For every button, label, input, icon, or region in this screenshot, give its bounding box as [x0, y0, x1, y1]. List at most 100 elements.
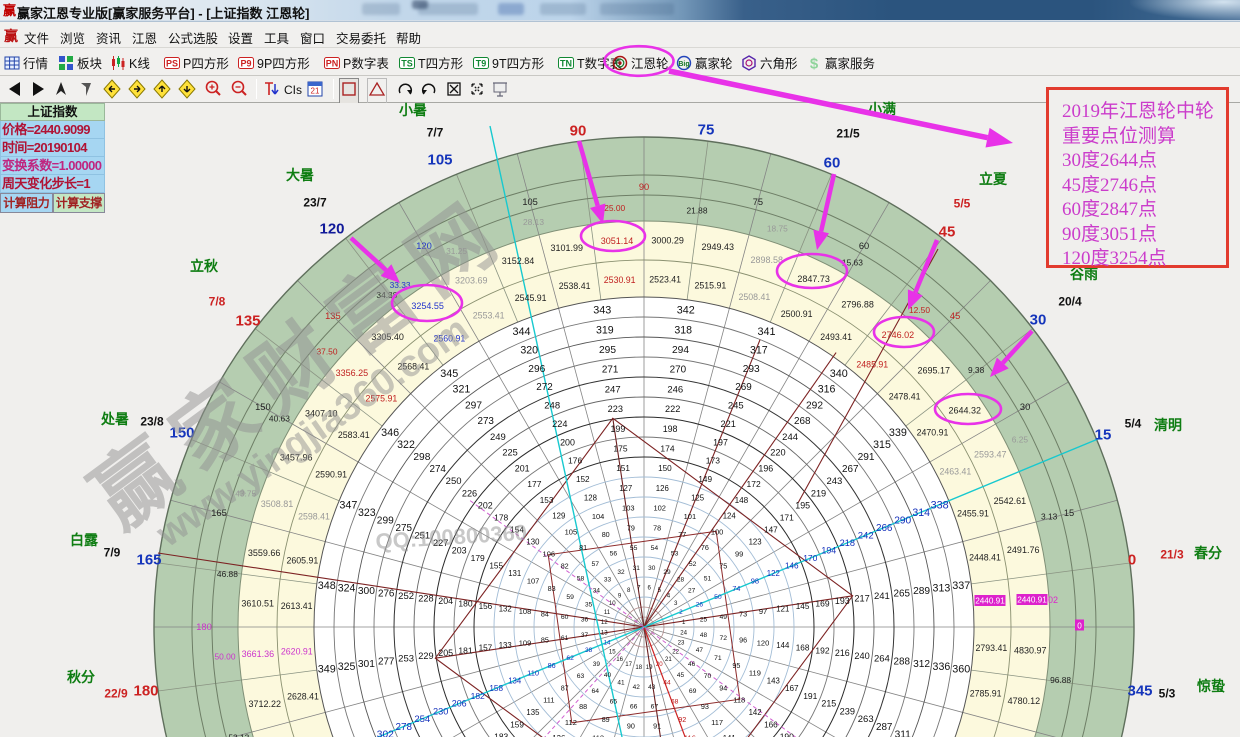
svg-text:92: 92: [678, 715, 686, 724]
svg-text:2613.41: 2613.41: [281, 601, 313, 611]
svg-text:195: 195: [795, 500, 810, 510]
svg-text:13: 13: [601, 629, 608, 636]
svg-text:153: 153: [540, 496, 554, 505]
svg-text:271: 271: [602, 365, 619, 376]
svg-text:2455.91: 2455.91: [957, 509, 989, 519]
svg-text:25: 25: [700, 616, 708, 623]
svg-text:245: 245: [728, 401, 744, 412]
svg-text:127: 127: [619, 484, 632, 493]
svg-text:3712.22: 3712.22: [249, 699, 282, 709]
svg-text:69: 69: [689, 688, 697, 695]
svg-text:249: 249: [490, 432, 506, 443]
svg-text:91: 91: [653, 722, 661, 731]
svg-text:101: 101: [684, 512, 697, 521]
svg-text:75: 75: [698, 121, 715, 138]
svg-text:190: 190: [780, 732, 794, 737]
svg-text:20: 20: [656, 661, 663, 668]
svg-text:123: 123: [749, 538, 762, 547]
svg-text:107: 107: [527, 577, 540, 586]
svg-text:2545.91: 2545.91: [515, 293, 547, 303]
svg-text:55: 55: [630, 545, 638, 552]
svg-text:98: 98: [751, 577, 759, 586]
svg-text:97: 97: [759, 607, 767, 616]
svg-text:75: 75: [753, 197, 763, 207]
svg-text:67: 67: [651, 704, 659, 711]
svg-text:129: 129: [552, 512, 565, 521]
svg-text:112: 112: [565, 718, 577, 727]
svg-text:265: 265: [894, 589, 911, 600]
svg-text:289: 289: [913, 586, 930, 597]
svg-text:150: 150: [658, 464, 672, 473]
svg-text:18: 18: [635, 664, 642, 671]
svg-text:99: 99: [735, 550, 743, 559]
svg-text:157: 157: [479, 644, 493, 653]
svg-text:109: 109: [519, 638, 532, 647]
svg-text:36: 36: [581, 616, 589, 623]
svg-text:0: 0: [1128, 551, 1136, 568]
svg-text:$: $: [810, 56, 819, 72]
svg-text:277: 277: [378, 656, 394, 667]
svg-text:120: 120: [319, 220, 344, 237]
svg-text:311: 311: [895, 730, 912, 737]
svg-text:3508.81: 3508.81: [261, 499, 294, 509]
svg-text:319: 319: [596, 324, 614, 336]
svg-text:66: 66: [630, 704, 638, 711]
svg-text:28: 28: [677, 577, 685, 584]
svg-text:11: 11: [604, 609, 611, 616]
svg-text:39: 39: [593, 661, 601, 668]
svg-text:TS: TS: [401, 59, 413, 69]
svg-text:315: 315: [873, 439, 891, 451]
svg-text:64: 64: [592, 688, 600, 695]
svg-text:3.13: 3.13: [1041, 512, 1058, 522]
svg-text:7/7: 7/7: [427, 125, 444, 139]
svg-text:175: 175: [613, 444, 627, 454]
svg-text:2898.58: 2898.58: [751, 255, 784, 265]
svg-text:15.63: 15.63: [842, 257, 863, 267]
svg-text:42: 42: [633, 684, 641, 691]
svg-text:226: 226: [462, 488, 477, 498]
svg-text:118: 118: [733, 696, 745, 705]
svg-text:228: 228: [418, 594, 433, 604]
svg-text:248: 248: [544, 401, 560, 412]
svg-text:165: 165: [136, 551, 161, 568]
svg-text:84: 84: [541, 610, 549, 619]
svg-text:151: 151: [616, 464, 630, 473]
svg-text:32: 32: [617, 569, 625, 576]
svg-text:268: 268: [794, 416, 811, 427]
svg-text:50: 50: [714, 594, 722, 601]
svg-text:70: 70: [704, 673, 712, 680]
svg-text:191: 191: [803, 691, 817, 701]
svg-text:239: 239: [840, 706, 855, 716]
svg-text:25.00: 25.00: [604, 203, 625, 213]
svg-text:2485.91: 2485.91: [856, 359, 888, 369]
svg-text:288: 288: [894, 656, 911, 667]
svg-text:5/3: 5/3: [1159, 686, 1176, 700]
svg-text:341: 341: [757, 326, 775, 338]
svg-text:46.88: 46.88: [217, 569, 238, 579]
svg-text:168: 168: [796, 644, 810, 653]
svg-text:30: 30: [1020, 402, 1030, 412]
svg-text:145: 145: [796, 602, 810, 611]
svg-text:220: 220: [770, 448, 785, 458]
svg-text:小暑: 小暑: [399, 102, 427, 118]
svg-text:95: 95: [732, 661, 740, 670]
svg-text:22/9: 22/9: [104, 686, 128, 700]
svg-text:360: 360: [952, 664, 970, 676]
svg-text:100: 100: [711, 527, 724, 536]
svg-text:30: 30: [648, 565, 656, 572]
svg-text:50.00: 50.00: [215, 651, 236, 661]
svg-text:51: 51: [704, 576, 712, 583]
svg-text:170: 170: [803, 553, 817, 563]
svg-text:93: 93: [701, 702, 709, 711]
svg-text:250: 250: [446, 476, 462, 487]
svg-text:193: 193: [835, 596, 850, 606]
svg-text:74: 74: [732, 584, 740, 593]
svg-text:15: 15: [1095, 426, 1112, 443]
svg-text:158: 158: [489, 684, 503, 693]
svg-text:182: 182: [471, 691, 485, 701]
svg-text:40: 40: [604, 672, 612, 679]
svg-text:197: 197: [713, 437, 728, 447]
svg-text:148: 148: [735, 496, 749, 505]
svg-text:117: 117: [711, 718, 723, 727]
svg-text:2785.91: 2785.91: [970, 688, 1002, 698]
